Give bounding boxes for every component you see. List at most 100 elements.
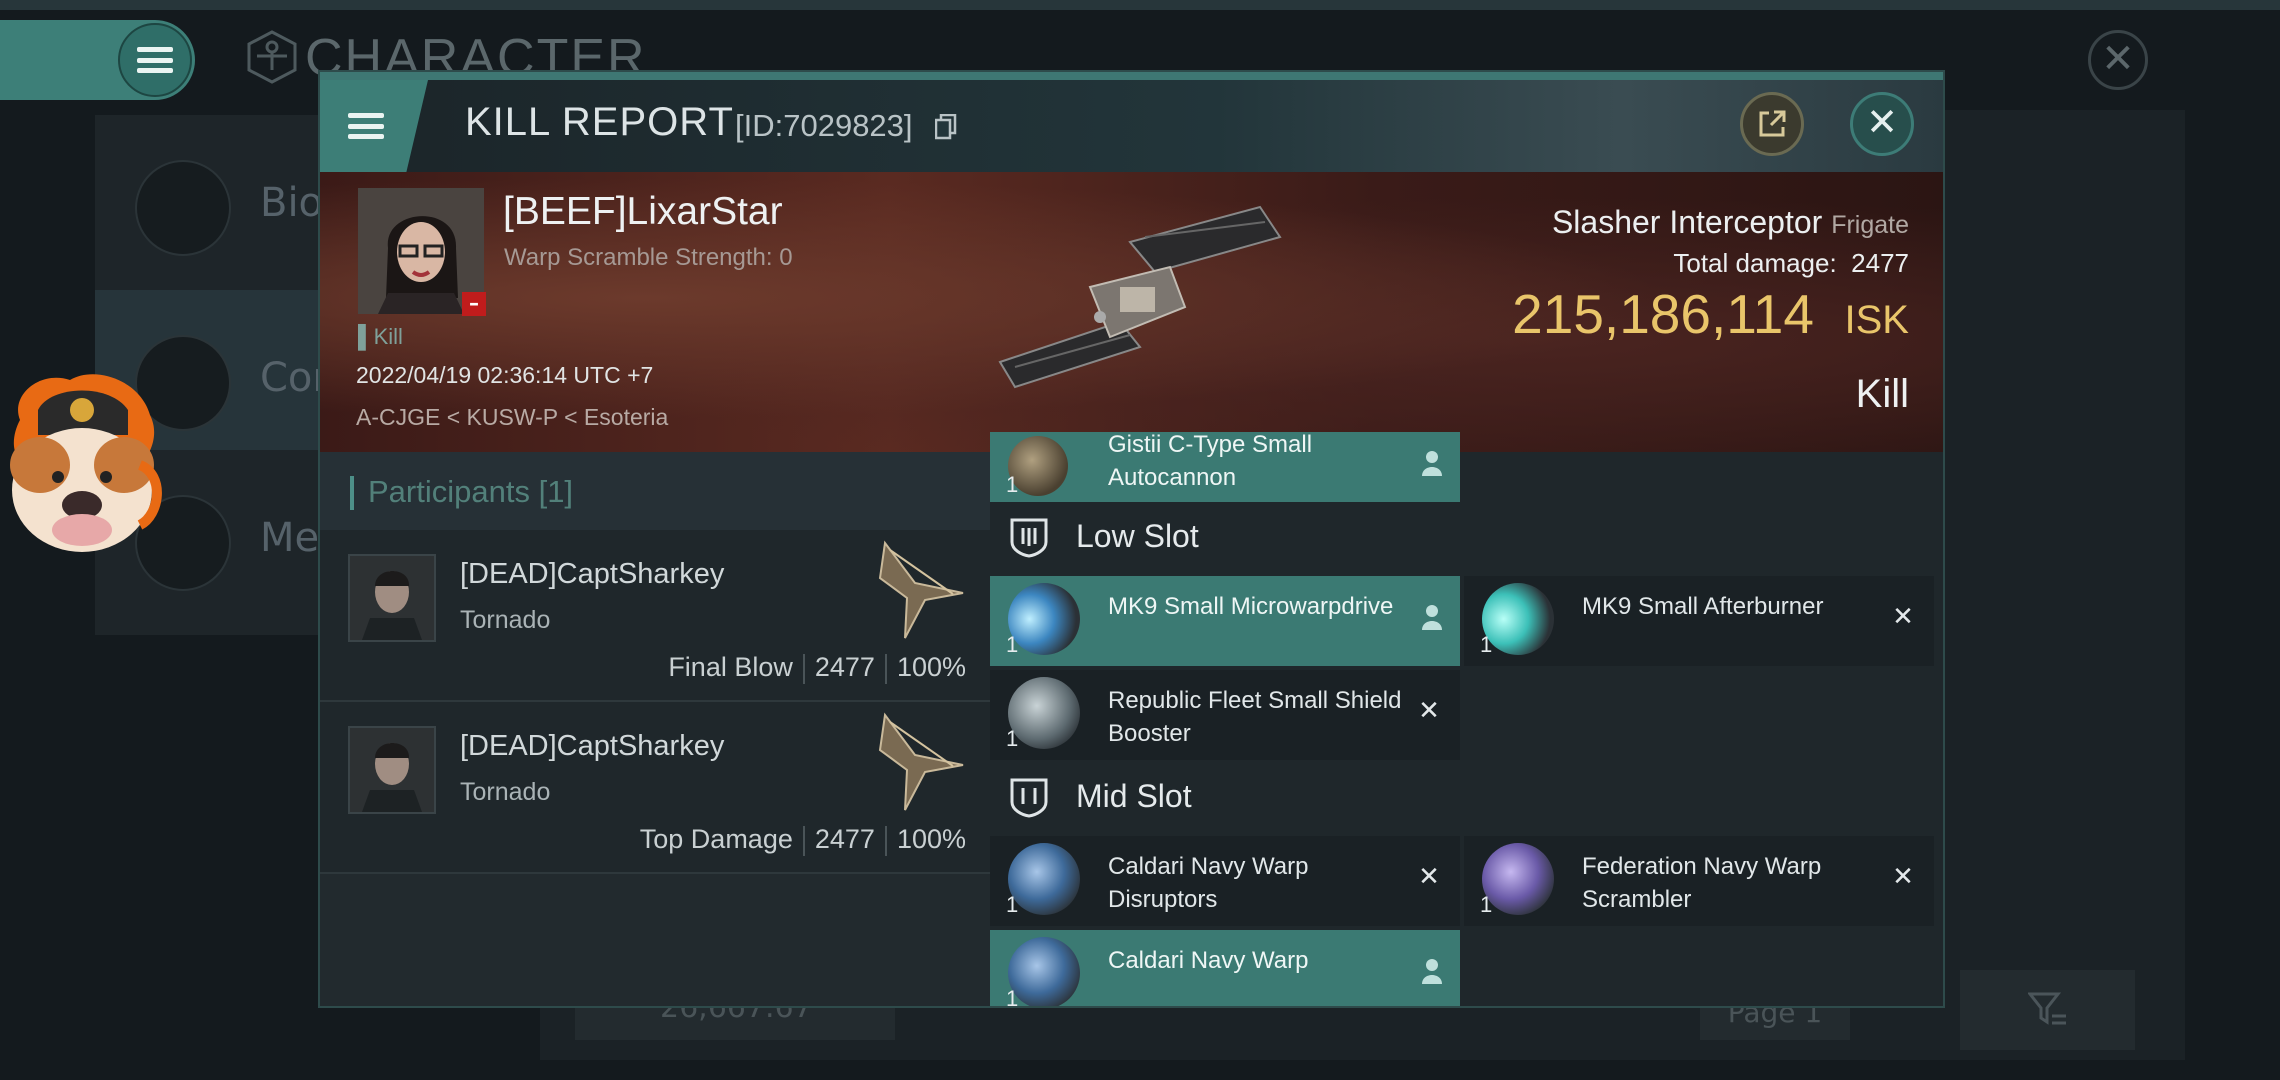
ship-image <box>998 205 1282 389</box>
sidebar-item-label: Bio <box>260 180 324 226</box>
participant-ship-image <box>878 712 964 811</box>
destroyed-icon: ✕ <box>1418 696 1440 726</box>
slot-label: Low Slot <box>1076 518 1199 554</box>
hamburger-icon <box>348 113 384 139</box>
corp-badge-icon: – <box>462 292 486 316</box>
destroyed-icon: ✕ <box>1892 862 1914 892</box>
slot-icon <box>1010 778 1048 818</box>
hamburger-icon <box>137 47 173 73</box>
participant-avatar <box>350 728 434 812</box>
participant-portrait <box>348 554 436 642</box>
participant-ship: Tornado <box>460 606 551 634</box>
module-quantity: 1 <box>1006 892 1019 917</box>
top-bar <box>0 0 2280 10</box>
participant-role: Final Blow <box>668 652 793 682</box>
module-quantity: 1 <box>1480 632 1493 657</box>
module-item[interactable]: 1 Gistii C-Type Small Autocannon <box>990 431 1460 502</box>
module-quantity: 1 <box>1006 986 1019 1008</box>
participant-stats: Final Blow 2477 100% <box>658 652 976 684</box>
participants-accent-bar <box>350 476 354 510</box>
module-item[interactable]: 1 Caldari Navy Warp Disruptors ✕ <box>990 836 1460 926</box>
participant-ship: Tornado <box>460 778 551 806</box>
destroyed-icon: ✕ <box>1418 862 1440 892</box>
slot-icon <box>1010 518 1048 558</box>
participant-percent: 100% <box>896 824 966 854</box>
person-icon <box>1422 959 1442 984</box>
isk-value: 215,186,114 ISK <box>1512 282 1909 346</box>
ship-class: Frigate <box>1831 211 1909 239</box>
participant-stats: Top Damage 2477 100% <box>630 824 976 856</box>
participant-name: [DEAD]CaptSharkey <box>460 558 725 590</box>
participant-portrait <box>348 726 436 814</box>
participant-row[interactable]: [DEAD]CaptSharkey Tornado Top Damage 2477… <box>320 702 990 874</box>
participant-avatar <box>350 556 434 640</box>
module-item[interactable]: 1 MK9 Small Microwarpdrive <box>990 576 1460 666</box>
total-damage-value: 2477 <box>1851 248 1909 278</box>
filter-icon <box>2027 992 2066 1025</box>
module-item[interactable]: 1 Caldari Navy Warp <box>990 930 1460 1008</box>
mid-slot-header: Mid Slot <box>990 762 1943 832</box>
module-name: Federation Navy Warp Scrambler <box>1582 853 1822 913</box>
module-quantity: 1 <box>1006 472 1019 497</box>
warp-scrambler-icon <box>1482 843 1554 915</box>
person-icon <box>1422 451 1442 476</box>
ship-name-label: Slasher Interceptor <box>1551 204 1823 240</box>
low-slot-header: Low Slot <box>990 502 1943 572</box>
warp-scramble-strength: Warp Scramble Strength: 0 <box>504 244 793 271</box>
victim-name[interactable]: [BEEF]LixarStar <box>503 190 783 234</box>
background-menu-button[interactable] <box>118 23 192 97</box>
result-label: Kill <box>1855 372 1909 416</box>
module-quantity: 1 <box>1480 892 1493 917</box>
close-icon[interactable]: ✕ <box>1850 92 1914 156</box>
module-item[interactable]: 1 Republic Fleet Small Shield Booster ✕ <box>990 670 1460 760</box>
module-name: Republic Fleet Small Shield Booster <box>1108 687 1402 747</box>
shield-booster-icon <box>1008 677 1080 749</box>
share-icon <box>1759 110 1786 137</box>
participants-panel: Participants [1] [DEAD]CaptSharkey Torna… <box>320 452 990 1006</box>
destroyed-icon: ✕ <box>1892 602 1914 632</box>
kill-tag-label: Kill <box>373 324 403 349</box>
module-name: Gistii C-Type Small Autocannon <box>1108 431 1313 491</box>
total-damage: Total damage: 2477 <box>1673 248 1909 279</box>
module-name: Caldari Navy Warp <box>1108 947 1309 974</box>
participants-title: Participants [1] <box>368 474 574 509</box>
participant-damage: 2477 <box>814 652 875 682</box>
character-icon <box>247 30 297 84</box>
module-quantity: 1 <box>1006 726 1019 751</box>
participant-damage: 2477 <box>814 824 875 854</box>
module-item[interactable]: 1 Federation Navy Warp Scrambler ✕ <box>1464 836 1934 926</box>
participant-row[interactable]: [DEAD]CaptSharkey Tornado Final Blow 2477… <box>320 530 990 702</box>
participant-role: Top Damage <box>639 824 793 854</box>
fitting-list: 1 Gistii C-Type Small Autocannon Low Slo… <box>990 431 1943 1008</box>
kill-location: A-CJGE < KUSW-P < Esoteria <box>356 404 669 430</box>
module-name: MK9 Small Afterburner <box>1582 593 1824 620</box>
copy-icon[interactable] <box>935 114 957 140</box>
background-close-icon[interactable]: ✕ <box>2088 30 2148 90</box>
kill-report-id: [ID:7029823] <box>735 108 913 143</box>
slot-label: Mid Slot <box>1076 778 1192 814</box>
modal-title: KILL REPORT <box>465 100 734 144</box>
warp-disruptor-icon <box>1008 937 1080 1006</box>
module-name: Caldari Navy Warp Disruptors <box>1108 853 1309 913</box>
module-item[interactable]: 1 MK9 Small Afterburner ✕ <box>1464 576 1934 666</box>
person-icon <box>1422 605 1442 630</box>
isk-unit: ISK <box>1844 298 1909 342</box>
total-damage-label: Total damage: <box>1673 248 1837 278</box>
kill-tag: ▌Kill <box>358 324 403 349</box>
list-icon <box>135 160 231 256</box>
kill-timestamp: 2022/04/19 02:36:14 UTC +7 <box>356 362 654 388</box>
mascot-avatar-icon[interactable] <box>0 365 165 565</box>
microwarpdrive-icon <box>1008 583 1080 655</box>
participant-ship-image <box>878 540 964 639</box>
filter-button[interactable] <box>1960 970 2135 1050</box>
ship-name[interactable]: Slasher Interceptor Frigate <box>1552 204 1909 241</box>
share-button[interactable] <box>1740 92 1804 156</box>
victim-banner: – [BEEF]LixarStar Warp Scramble Strength… <box>320 172 1943 452</box>
warp-disruptor-icon <box>1008 843 1080 915</box>
module-name: MK9 Small Microwarpdrive <box>1108 593 1394 620</box>
participant-name: [DEAD]CaptSharkey <box>460 730 725 762</box>
module-quantity: 1 <box>1006 632 1019 657</box>
modal-top-accent <box>320 72 1943 80</box>
isk-amount: 215,186,114 <box>1512 283 1814 345</box>
participant-percent: 100% <box>896 652 966 682</box>
